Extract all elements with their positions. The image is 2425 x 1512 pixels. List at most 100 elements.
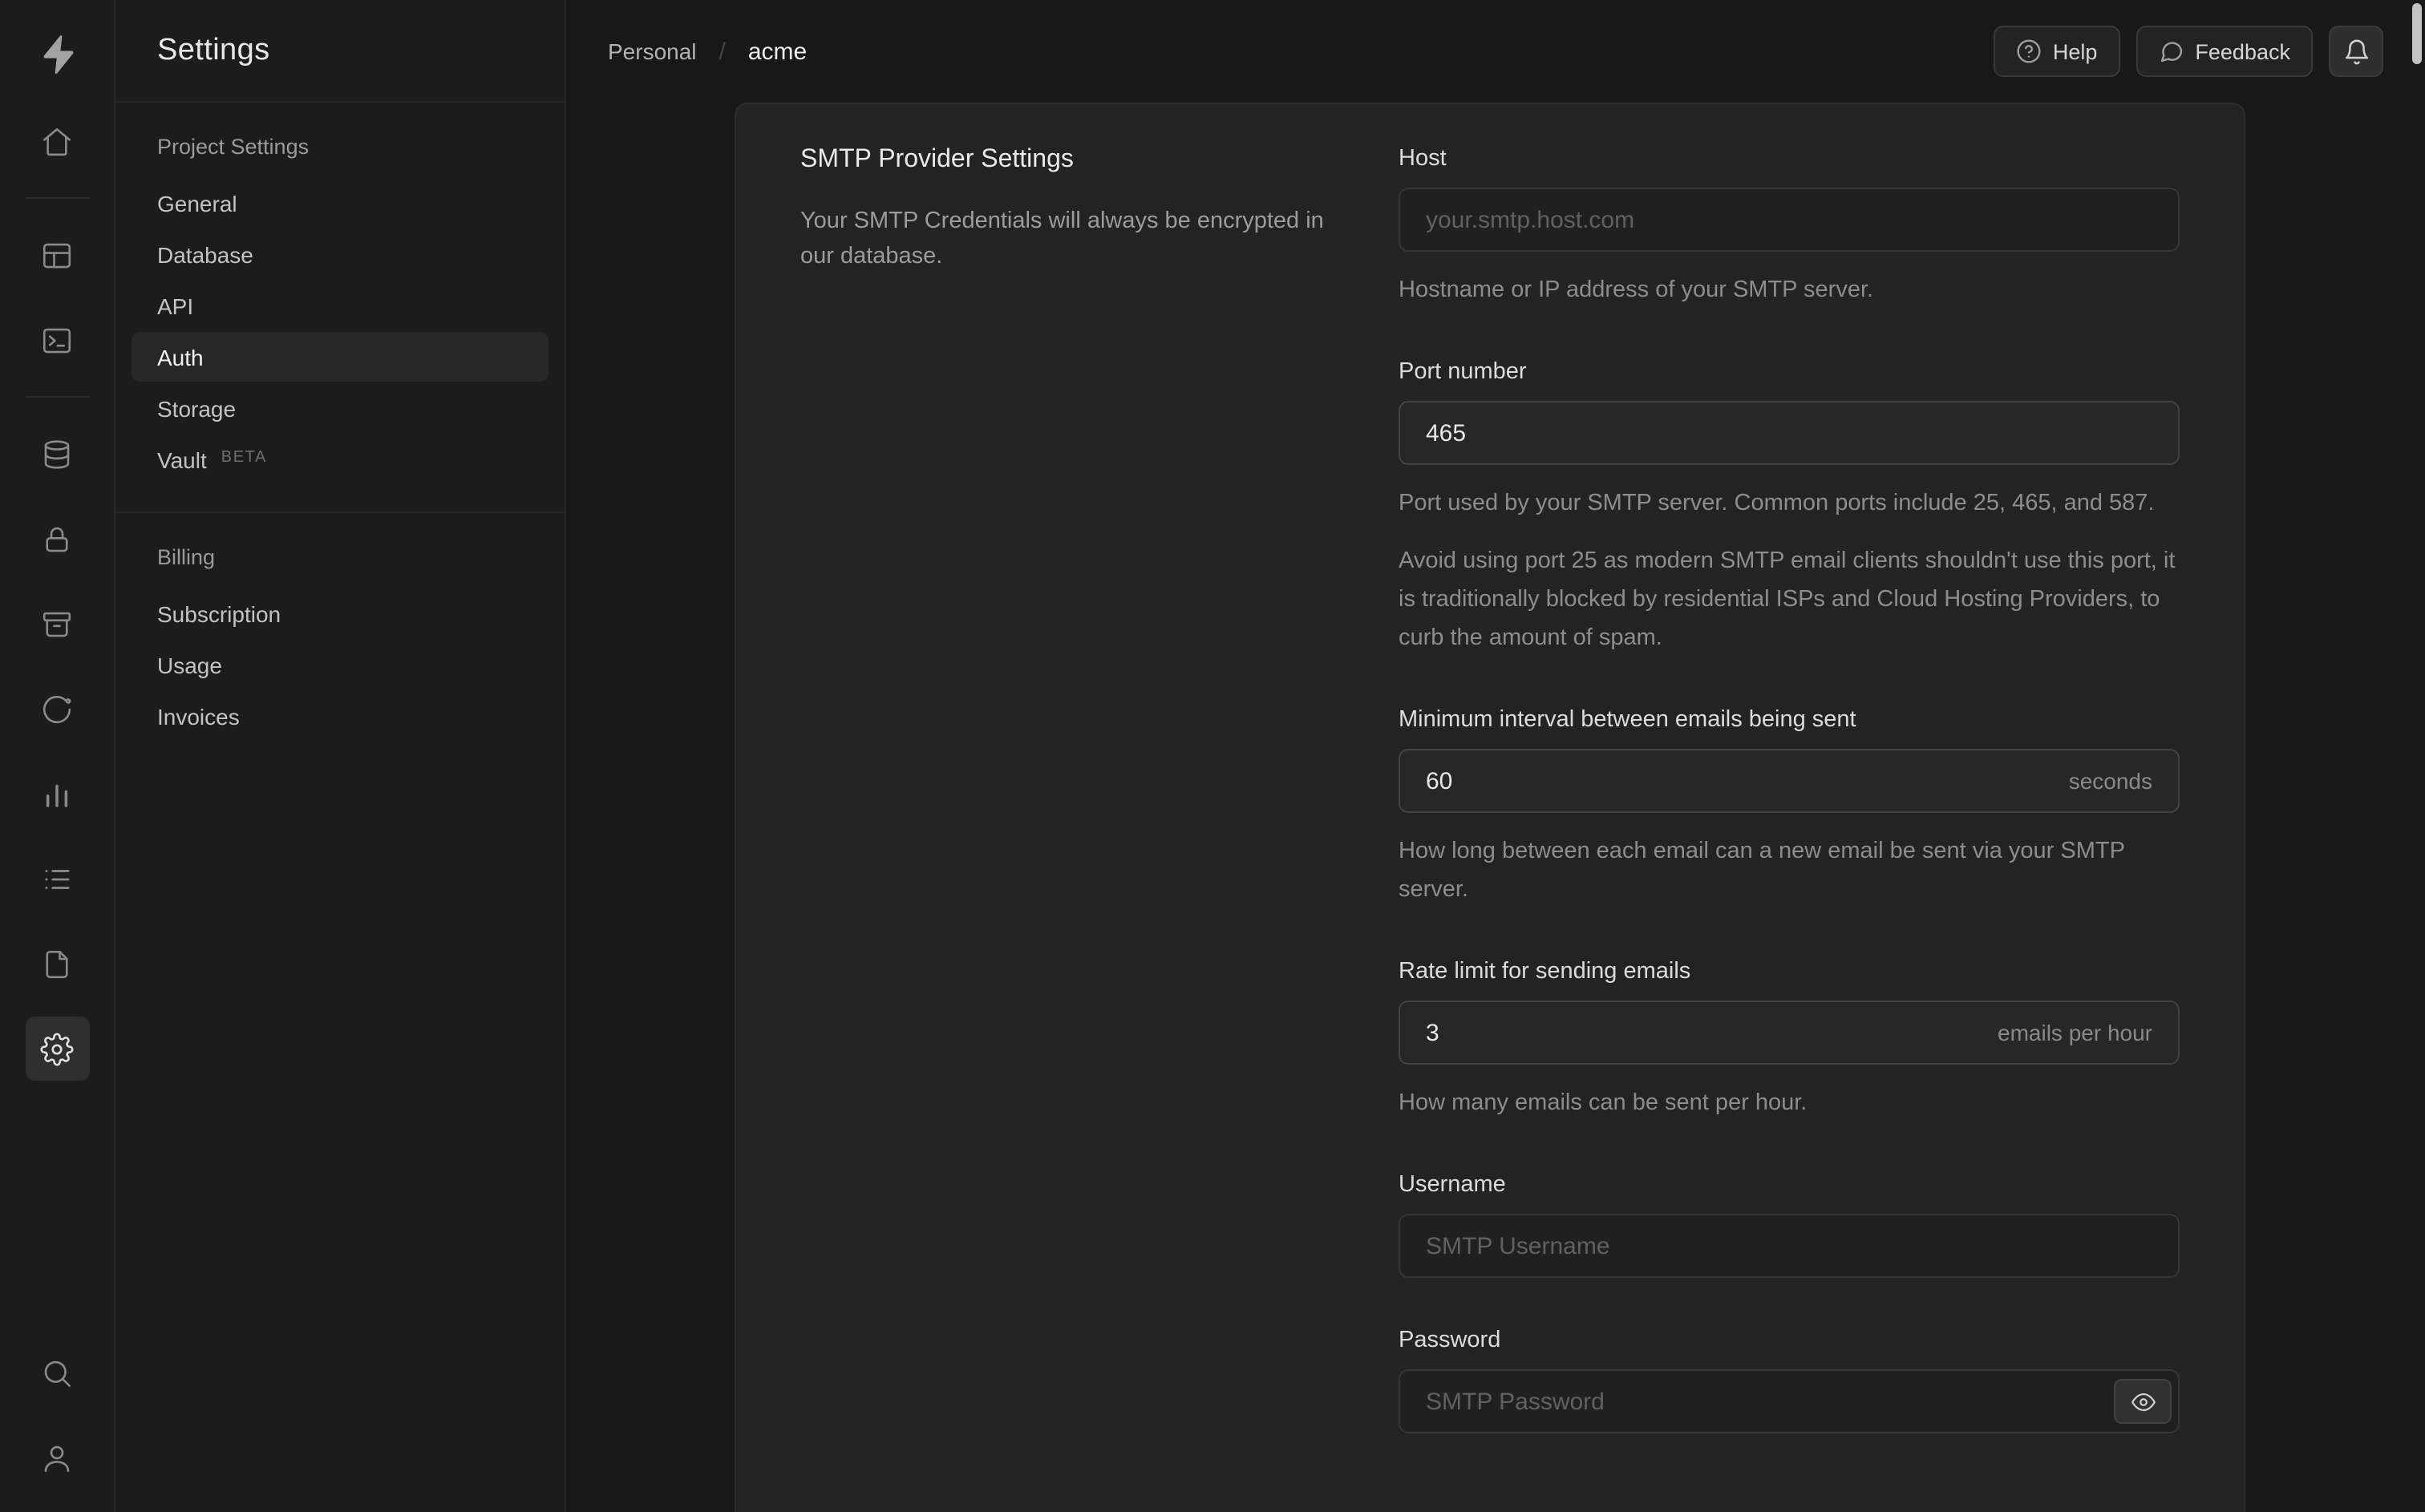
- sidebar-item-label: Subscription: [157, 600, 281, 626]
- docs-icon: [46, 949, 68, 978]
- feedback-button[interactable]: Feedback: [2136, 26, 2313, 77]
- storage-icon: [43, 611, 71, 637]
- scrollbar-thumb[interactable]: [2412, 3, 2422, 64]
- topbar: Personal / acme Help Feedback: [566, 0, 2425, 103]
- topbar-actions: Help Feedback: [1993, 26, 2383, 77]
- table-editor-icon: [43, 242, 71, 268]
- home-icon: [43, 127, 71, 156]
- interval-label: Minimum interval between emails being se…: [1399, 707, 1856, 733]
- main-column: Personal / acme Help Feedback SMTP Provi…: [566, 0, 2425, 1512]
- interval-input-wrap: seconds: [1399, 749, 2180, 813]
- sidebar-item-general[interactable]: General: [132, 178, 549, 228]
- nav-docs-button[interactable]: [25, 932, 89, 996]
- icon-sidebar-bottom: [25, 1340, 89, 1496]
- section-heading-billing: Billing: [157, 545, 216, 569]
- nav-sql-editor-button[interactable]: [25, 308, 89, 372]
- help-button[interactable]: Help: [1993, 26, 2120, 77]
- interval-field-group: Minimum interval between emails being se…: [1399, 707, 2180, 909]
- nav-database-button[interactable]: [25, 422, 89, 486]
- sidebar-item-vault[interactable]: Vault BETA: [132, 435, 549, 484]
- breadcrumb-separator: /: [719, 38, 726, 65]
- interval-input[interactable]: [1400, 750, 2069, 811]
- host-field-group: Host Hostname or IP address of your SMTP…: [1399, 146, 2180, 309]
- rate-limit-help-text: How many emails can be sent per hour.: [1399, 1090, 1808, 1116]
- sql-editor-icon: [43, 327, 71, 353]
- icon-sidebar: [0, 0, 115, 1512]
- help-icon: [2017, 39, 2041, 63]
- host-input[interactable]: [1399, 188, 2180, 252]
- nav-edge-functions-button[interactable]: [25, 677, 89, 741]
- user-icon: [44, 1445, 70, 1472]
- search-button[interactable]: [25, 1340, 89, 1405]
- sidebar-divider: [25, 197, 89, 199]
- search-icon: [44, 1360, 71, 1387]
- port-help-text: Port used by your SMTP server. Common po…: [1399, 491, 2155, 516]
- auth-icon: [46, 526, 68, 552]
- sidebar-item-label: General: [157, 190, 237, 216]
- reports-icon: [46, 783, 68, 807]
- toggle-password-visibility-button[interactable]: [2114, 1379, 2172, 1424]
- feedback-icon: [2160, 42, 2182, 63]
- bell-icon: [2344, 38, 2368, 64]
- nav-settings-button[interactable]: [25, 1017, 89, 1081]
- section-heading-project-settings: Project Settings: [157, 135, 310, 159]
- beta-badge: BETA: [221, 449, 267, 467]
- sidebar-item-label: Database: [157, 241, 253, 267]
- sidebar-item-api[interactable]: API: [132, 281, 549, 330]
- breadcrumb-org[interactable]: Personal: [608, 38, 697, 64]
- rate-limit-label: Rate limit for sending emails: [1399, 959, 1691, 984]
- sidebar-item-storage[interactable]: Storage: [132, 383, 549, 433]
- sidebar-item-subscription[interactable]: Subscription: [132, 588, 549, 638]
- user-menu-button[interactable]: [25, 1425, 89, 1490]
- rate-limit-field-group: Rate limit for sending emails emails per…: [1399, 959, 2180, 1122]
- nav-auth-button[interactable]: [25, 507, 89, 571]
- port-label: Port number: [1399, 359, 1527, 385]
- eye-icon: [2131, 1392, 2155, 1411]
- notifications-button[interactable]: [2329, 26, 2383, 77]
- port-input[interactable]: [1399, 401, 2180, 465]
- rate-limit-input[interactable]: [1400, 1002, 1998, 1063]
- project-settings-section: Project Settings General Database API Au…: [115, 103, 565, 508]
- username-field-group: Username: [1399, 1172, 2180, 1278]
- password-input-wrap: [1399, 1369, 2180, 1433]
- password-field-group: Password: [1399, 1328, 2180, 1433]
- password-input[interactable]: [1399, 1369, 2180, 1433]
- interval-suffix: seconds: [2068, 768, 2152, 794]
- supabase-lightning-logo: [43, 35, 73, 75]
- host-help-text: Hostname or IP address of your SMTP serv…: [1399, 277, 1874, 303]
- breadcrumb-project[interactable]: acme: [748, 38, 807, 65]
- sidebar-item-label: Vault: [157, 447, 207, 472]
- smtp-settings-grid: SMTP Provider Settings Your SMTP Credent…: [736, 104, 2244, 1512]
- port-field-group: Port number Port used by your SMTP serve…: [1399, 359, 2180, 657]
- port-note-text: Avoid using port 25 as modern SMTP email…: [1399, 548, 2176, 651]
- breadcrumb: Personal / acme: [608, 38, 807, 65]
- username-label: Username: [1399, 1172, 1506, 1198]
- sidebar-item-label: Invoices: [157, 703, 240, 729]
- feedback-button-label: Feedback: [2195, 39, 2290, 63]
- smtp-settings-form: Host Hostname or IP address of your SMTP…: [1399, 146, 2180, 1483]
- smtp-section-intro: SMTP Provider Settings Your SMTP Credent…: [800, 146, 1399, 1483]
- database-icon: [44, 439, 70, 468]
- sidebar-item-label: Usage: [157, 652, 222, 677]
- supabase-lightning-logo[interactable]: [25, 22, 89, 87]
- sidebar-item-label: Storage: [157, 395, 237, 421]
- sidebar-item-invoices[interactable]: Invoices: [132, 691, 549, 741]
- nav-home-button[interactable]: [25, 109, 89, 173]
- page-title: Settings: [157, 33, 270, 67]
- rate-limit-input-wrap: emails per hour: [1399, 1001, 2180, 1065]
- password-label: Password: [1399, 1328, 1501, 1353]
- sidebar-item-auth[interactable]: Auth: [132, 332, 549, 382]
- settings-sidebar-header: Settings: [115, 0, 565, 103]
- billing-section: Billing Subscription Usage Invoices: [115, 513, 565, 765]
- host-label: Host: [1399, 146, 1447, 172]
- sidebar-item-database[interactable]: Database: [132, 229, 549, 279]
- sidebar-item-label: API: [157, 293, 194, 318]
- nav-reports-button[interactable]: [25, 762, 89, 826]
- content-area: SMTP Provider Settings Your SMTP Credent…: [566, 103, 2425, 1512]
- nav-table-editor-button[interactable]: [25, 223, 89, 287]
- section-description: Your SMTP Credentials will always be enc…: [800, 208, 1324, 269]
- nav-storage-button[interactable]: [25, 592, 89, 656]
- sidebar-item-usage[interactable]: Usage: [132, 640, 549, 689]
- nav-logs-button[interactable]: [25, 847, 89, 911]
- username-input[interactable]: [1399, 1214, 2180, 1278]
